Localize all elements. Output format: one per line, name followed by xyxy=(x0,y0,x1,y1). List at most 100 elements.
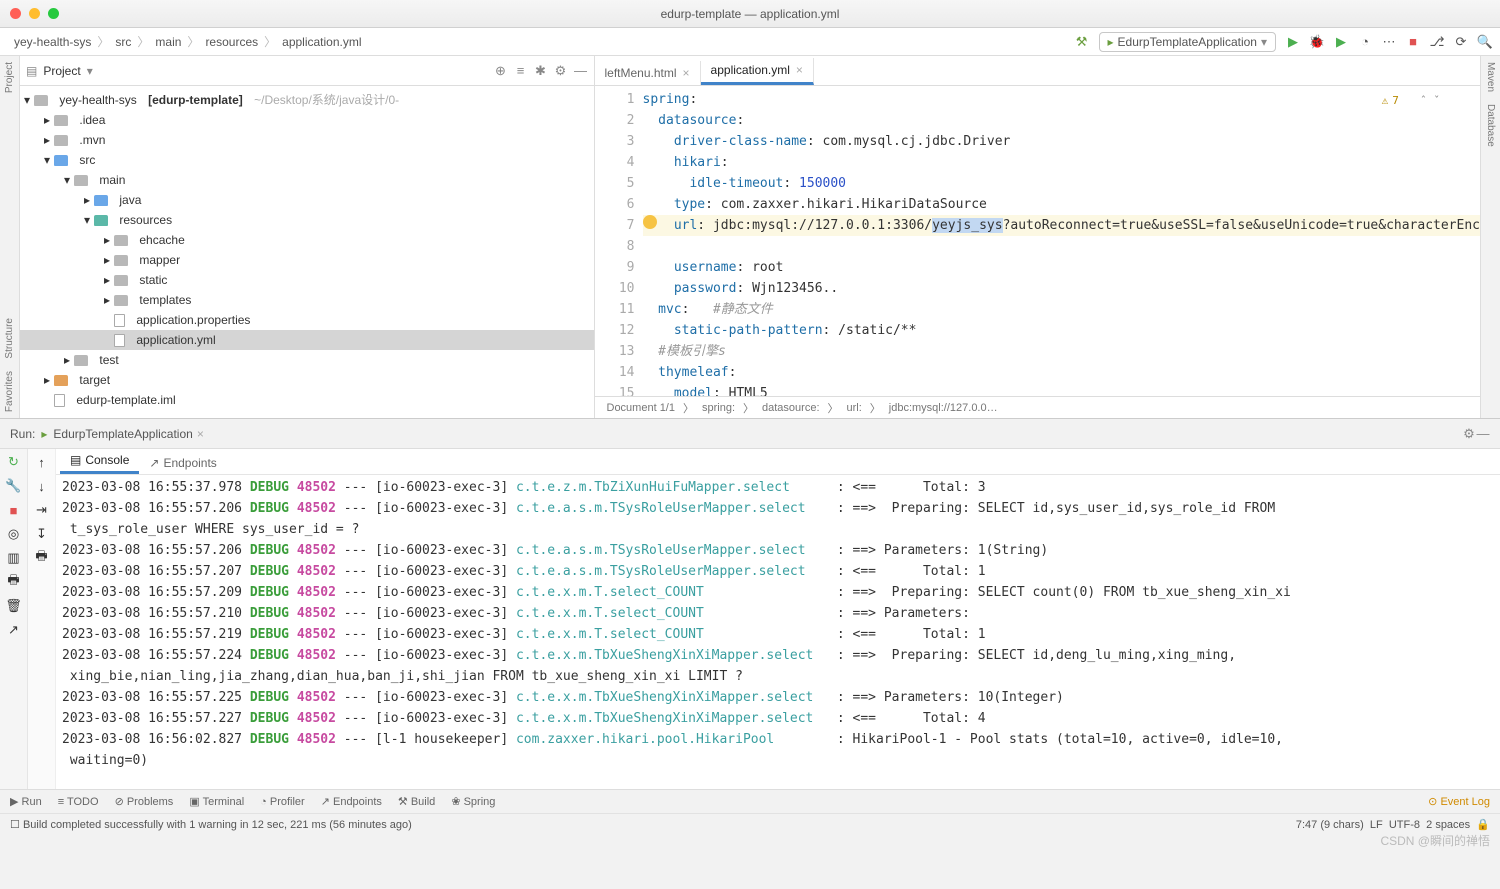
stop-icon[interactable]: ■ xyxy=(1406,35,1420,49)
debug-icon[interactable]: 🐞 xyxy=(1310,35,1324,49)
run-panel-header: Run: ▸ EdurpTemplateApplication × ⚙ — xyxy=(0,419,1500,449)
wrap-icon[interactable]: ⇥ xyxy=(35,503,49,517)
tab-endpoints[interactable]: ↗ Endpoints xyxy=(139,452,226,474)
left-gutter: Project Structure Favorites xyxy=(0,56,20,418)
close-icon[interactable]: × xyxy=(197,427,204,441)
crumb-main[interactable]: main xyxy=(149,35,187,49)
inspection-badge[interactable]: ⚠ 7 ˆ ˇ xyxy=(1382,90,1440,111)
tool-build[interactable]: ⚒ Build xyxy=(398,795,435,808)
rerun-icon[interactable]: ↻ xyxy=(7,455,21,469)
tree-resources[interactable]: ▾ resources xyxy=(20,210,594,230)
line-gutter: 123456789101112131415 xyxy=(595,86,643,396)
run-toolbar-primary: ↻ 🔧 ■ ◎ ▥ 🖶 🗑 ↗ xyxy=(0,449,28,789)
caret-pos[interactable]: 7:47 (9 chars) xyxy=(1296,819,1364,831)
close-icon[interactable]: × xyxy=(683,66,690,80)
profile-icon[interactable]: ◔ xyxy=(1358,35,1372,49)
indent[interactable]: 2 spaces xyxy=(1426,819,1470,831)
watermark: CSDN @瞬间的禅悟 xyxy=(1380,832,1490,849)
tree-ehcache[interactable]: ▸ ehcache xyxy=(20,230,594,250)
right-gutter: Maven Database xyxy=(1480,56,1500,418)
tab-leftmenu[interactable]: leftMenu.html× xyxy=(595,61,701,85)
editor-tabs: leftMenu.html× application.yml× xyxy=(595,56,1481,86)
tool-structure[interactable]: Structure xyxy=(4,312,15,365)
down-icon[interactable]: ↓ xyxy=(35,479,49,493)
collapse-icon[interactable]: ✱ xyxy=(534,64,548,78)
tree-app-yml[interactable]: application.yml xyxy=(20,330,594,350)
event-log[interactable]: ⊙ Event Log xyxy=(1428,795,1490,808)
camera-icon[interactable]: ◎ xyxy=(7,527,21,541)
tool-endpoints-bottom[interactable]: ↗ Endpoints xyxy=(321,795,382,808)
hide-icon[interactable]: — xyxy=(1476,427,1490,441)
tools-icon[interactable]: 🔧 xyxy=(7,479,21,493)
tool-project[interactable]: Project xyxy=(4,56,15,99)
print-icon[interactable]: 🖶 xyxy=(7,575,21,589)
gear-icon[interactable]: ⚙ xyxy=(1462,427,1476,441)
tree-iml[interactable]: edurp-template.iml xyxy=(20,390,594,410)
stop-icon[interactable]: ■ xyxy=(7,503,21,517)
bulb-icon[interactable] xyxy=(643,215,657,229)
expand-icon[interactable]: ≡ xyxy=(514,64,528,78)
run-icon[interactable]: ▶ xyxy=(1286,35,1300,49)
window-title: edurp-template — application.yml xyxy=(0,7,1500,21)
layout-icon[interactable]: ▥ xyxy=(7,551,21,565)
status-message: Build completed successfully with 1 warn… xyxy=(23,819,412,831)
scroll-icon[interactable]: ↧ xyxy=(35,527,49,541)
run-config-selector[interactable]: ▸ EdurpTemplateApplication ▾ xyxy=(1099,32,1276,52)
tool-run[interactable]: ▶ Run xyxy=(10,795,42,808)
tree-mvn[interactable]: ▸ .mvn xyxy=(20,130,594,150)
crumb-project[interactable]: yey-health-sys xyxy=(8,35,97,49)
encoding[interactable]: UTF-8 xyxy=(1389,819,1420,831)
tab-console[interactable]: ▤ Console xyxy=(60,449,139,474)
line-ending[interactable]: LF xyxy=(1370,819,1383,831)
tool-profiler[interactable]: ◔ Profiler xyxy=(260,796,305,808)
up-icon[interactable]: ↑ xyxy=(35,455,49,469)
bottom-toolbar: ▶ Run ≡ TODO ⊘ Problems ▣ Terminal ◔ Pro… xyxy=(0,789,1500,813)
attach-icon[interactable]: ⋯ xyxy=(1382,35,1396,49)
hammer-icon[interactable]: ⚒ xyxy=(1075,35,1089,49)
tool-maven[interactable]: Maven xyxy=(1485,56,1496,98)
tree-app-props[interactable]: application.properties xyxy=(20,310,594,330)
tool-terminal[interactable]: ▣ Terminal xyxy=(189,795,244,808)
print-icon[interactable]: 🖶 xyxy=(35,551,49,565)
delete-icon[interactable]: 🗑 xyxy=(7,599,21,613)
crumb-resources[interactable]: resources xyxy=(199,35,264,49)
crumb-file[interactable]: application.yml xyxy=(276,35,367,49)
navigation-bar: yey-health-sys〉 src〉 main〉 resources〉 ap… xyxy=(0,28,1500,56)
search-icon[interactable]: 🔍 xyxy=(1478,35,1492,49)
status-bar: ☐ Build completed successfully with 1 wa… xyxy=(0,813,1500,835)
tool-problems[interactable]: ⊘ Problems xyxy=(115,795,174,808)
tree-mapper[interactable]: ▸ mapper xyxy=(20,250,594,270)
git-icon[interactable]: ⎇ xyxy=(1430,35,1444,49)
tool-todo[interactable]: ≡ TODO xyxy=(58,796,99,808)
project-header-label: Project xyxy=(43,64,80,78)
editor-breadcrumbs: Document 1/1〉 spring:〉 datasource:〉 url:… xyxy=(595,396,1481,418)
tool-spring[interactable]: ❀ Spring xyxy=(451,795,495,808)
locate-icon[interactable]: ⊕ xyxy=(494,64,508,78)
project-header: ▤ Project ▾ ⊕ ≡ ✱ ⚙ — xyxy=(20,56,594,86)
tree-src[interactable]: ▾ src xyxy=(20,150,594,170)
hide-icon[interactable]: — xyxy=(574,64,588,78)
tree-java[interactable]: ▸ java xyxy=(20,190,594,210)
coverage-icon[interactable]: ▶ xyxy=(1334,35,1348,49)
tree-test[interactable]: ▸ test xyxy=(20,350,594,370)
tree-root[interactable]: ▾ yey-health-sys [edurp-template] ~/Desk… xyxy=(20,90,594,110)
lock-icon[interactable]: 🔒 xyxy=(1476,818,1490,831)
tree-templates[interactable]: ▸ templates xyxy=(20,290,594,310)
update-icon[interactable]: ⟳ xyxy=(1454,35,1468,49)
run-toolbar-secondary: ↑ ↓ ⇥ ↧ 🖶 xyxy=(28,449,56,789)
run-config-name: EdurpTemplateApplication xyxy=(53,427,192,441)
tool-database[interactable]: Database xyxy=(1485,98,1496,153)
exit-icon[interactable]: ↗ xyxy=(7,623,21,637)
code-editor[interactable]: ⚠ 7 ˆ ˇ 123456789101112131415 spring: da… xyxy=(595,86,1481,396)
window-titlebar: edurp-template — application.yml xyxy=(0,0,1500,28)
gear-icon[interactable]: ⚙ xyxy=(554,64,568,78)
tool-favorites[interactable]: Favorites xyxy=(4,365,15,418)
tree-idea[interactable]: ▸ .idea xyxy=(20,110,594,130)
tab-application-yml[interactable]: application.yml× xyxy=(701,58,814,85)
tree-main[interactable]: ▾ main xyxy=(20,170,594,190)
crumb-src[interactable]: src xyxy=(109,35,137,49)
close-icon[interactable]: × xyxy=(796,63,803,77)
tree-target[interactable]: ▸ target xyxy=(20,370,594,390)
console-output[interactable]: 2023-03-08 16:55:37.978 DEBUG 48502 --- … xyxy=(56,475,1500,789)
tree-static[interactable]: ▸ static xyxy=(20,270,594,290)
